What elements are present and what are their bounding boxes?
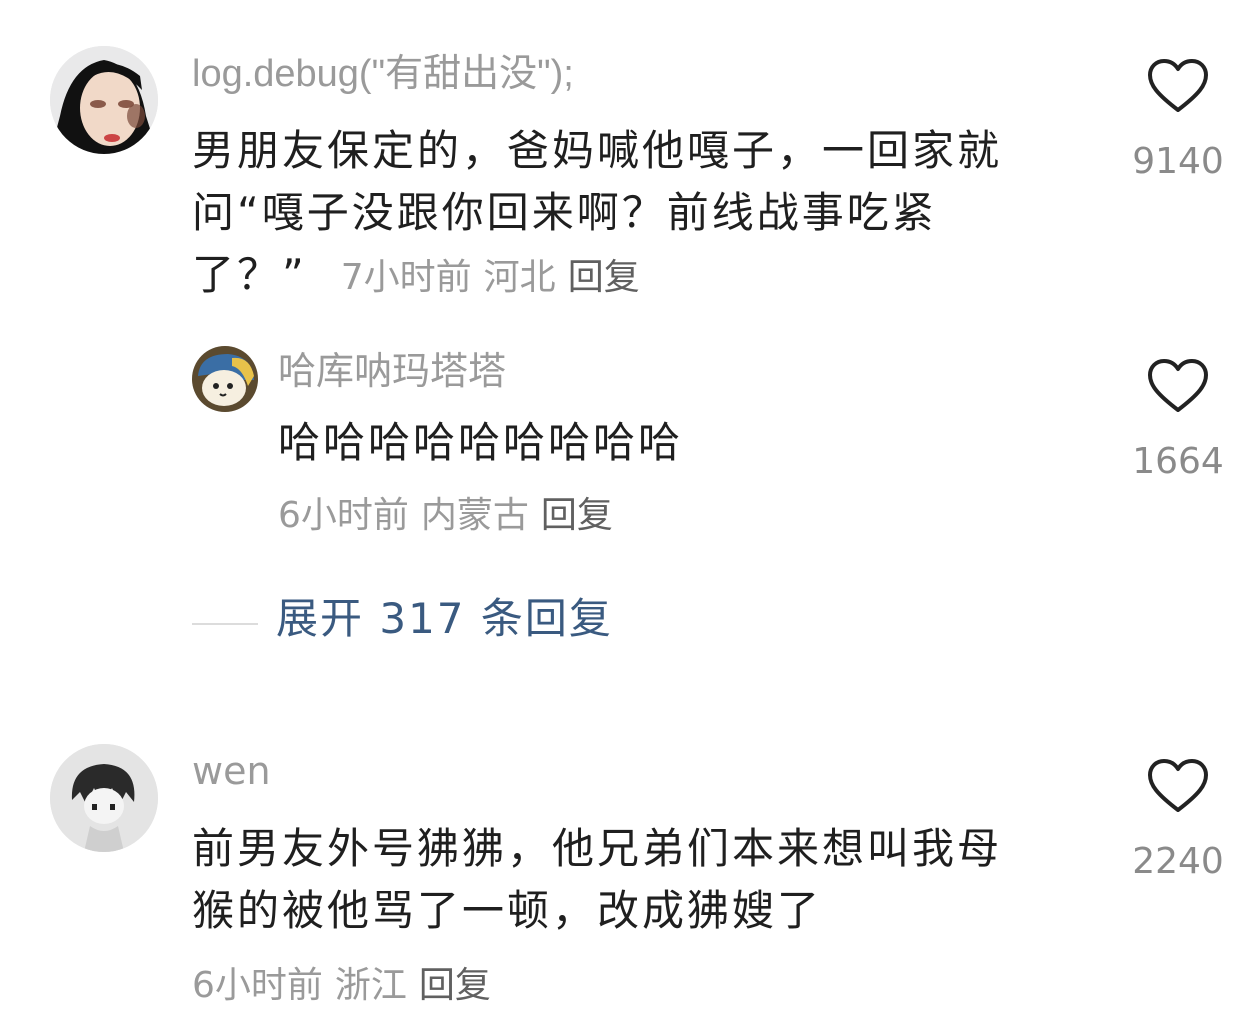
- like-button[interactable]: 9140: [1118, 58, 1238, 180]
- comment-time: 6小时前: [192, 965, 323, 1006]
- comment-text-line: 哈哈哈哈哈哈哈哈哈: [278, 418, 684, 467]
- user-avatar-icon: [50, 46, 158, 154]
- comment-location: 内蒙古: [420, 495, 529, 536]
- comment-text-line-end: 了？”: [192, 250, 307, 299]
- comment-text-line: 问“嘎子没跟你回来啊？前线战事吃紧: [192, 188, 937, 237]
- heart-icon: [1148, 359, 1208, 412]
- avatar[interactable]: [50, 46, 158, 154]
- comment-meta: 6小时前 浙江 回复: [192, 968, 491, 1004]
- reply-username[interactable]: 哈库呐玛塔塔: [278, 352, 506, 390]
- like-count: 1664: [1132, 441, 1224, 482]
- comment-location: 河北: [483, 257, 556, 298]
- like-button[interactable]: 1664: [1118, 358, 1238, 480]
- expand-divider: [192, 623, 258, 625]
- comment-meta: 7小时前 河北 回复: [341, 257, 640, 298]
- heart-icon: [1148, 759, 1208, 812]
- comment-text-line: 了？” 7小时前 河北 回复: [192, 244, 1092, 309]
- comment-time: 6小时前: [278, 495, 409, 536]
- comment-text: 前男友外号狒狒，他兄弟们本来想叫我母 猴的被他骂了一顿，改成狒嫂了: [192, 818, 1092, 942]
- comment-time: 7小时前: [340, 257, 472, 298]
- anime-avatar-icon: [50, 744, 158, 852]
- reply-button[interactable]: 回复: [419, 965, 491, 1006]
- like-button[interactable]: 2240: [1118, 758, 1238, 880]
- expand-replies-button[interactable]: 展开 317 条回复: [276, 598, 613, 640]
- avatar[interactable]: [192, 346, 258, 412]
- reply-button[interactable]: 回复: [568, 257, 640, 298]
- comment-text-line: 男朋友保定的，爸妈喊他嘎子，一回家就: [192, 126, 1003, 175]
- reply-meta: 6小时前 内蒙古 回复: [278, 498, 613, 534]
- reply-text: 哈哈哈哈哈哈哈哈哈: [278, 412, 1078, 474]
- heart-icon: [1148, 59, 1208, 112]
- comment-username[interactable]: log.debug("有甜出没");: [192, 55, 574, 93]
- comment-text-line: 猴的被他骂了一顿，改成狒嫂了: [192, 886, 823, 935]
- comment-text-line: 前男友外号狒狒，他兄弟们本来想叫我母: [192, 824, 1003, 873]
- reply-button[interactable]: 回复: [541, 495, 613, 536]
- like-count: 2240: [1132, 841, 1224, 882]
- like-count: 9140: [1132, 141, 1224, 182]
- cartoon-avatar-icon: [192, 346, 258, 412]
- comment-text: 男朋友保定的，爸妈喊他嘎子，一回家就 问“嘎子没跟你回来啊？前线战事吃紧 了？”…: [192, 120, 1092, 309]
- comment-username[interactable]: wen: [192, 752, 271, 790]
- comment-location: 浙江: [334, 965, 407, 1006]
- avatar[interactable]: [50, 744, 158, 852]
